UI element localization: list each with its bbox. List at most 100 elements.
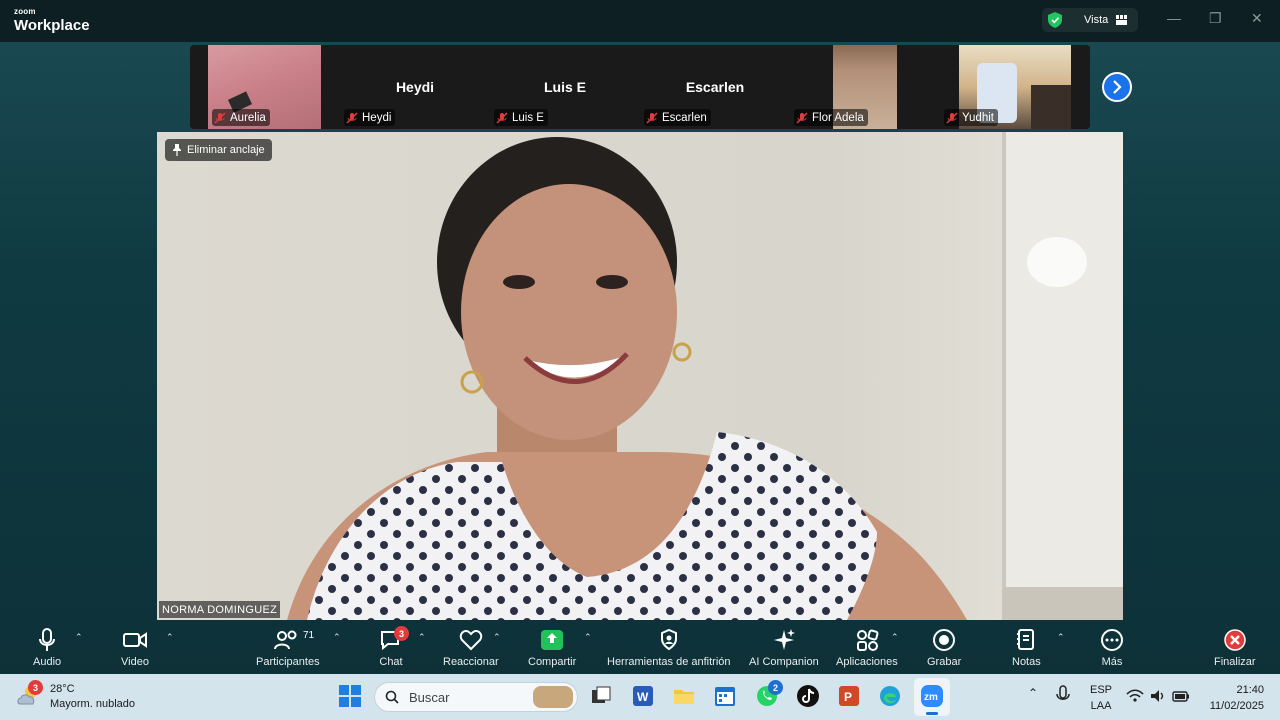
main-speaker-video[interactable]: Eliminar anclaje NORMA DOMINGUEZ <box>157 132 1123 620</box>
record-button[interactable]: Grabar <box>927 628 961 668</box>
zoom-window: zoom Workplace Vista — ❐ ✕ Aurelia Heydi… <box>0 0 1280 674</box>
participant-name: Escarlen <box>662 111 707 124</box>
apps-options-caret[interactable]: ⌃ <box>891 632 899 643</box>
task-view-icon[interactable] <box>589 684 613 708</box>
windows-taskbar: 3 28°C Mayorm. nublado Buscar W 2 P zm ⌃… <box>0 674 1280 720</box>
wifi-icon[interactable] <box>1126 684 1144 708</box>
participant-tile[interactable]: Heydi Heydi <box>340 45 490 129</box>
app-logo: zoom Workplace <box>14 7 90 34</box>
microphone-tray-icon[interactable] <box>1054 684 1074 708</box>
muted-mic-icon <box>496 111 508 124</box>
participant-tile[interactable]: Yudhit <box>940 45 1090 129</box>
notes-icon <box>1017 629 1035 650</box>
video-object <box>1031 85 1071 129</box>
meeting-toolbar: Audio ⌃ Video ⌃ Participantes 71 ⌃ Chat … <box>0 620 1280 674</box>
clock-date: 11/02/2025 <box>1209 700 1264 712</box>
heart-icon <box>459 629 483 651</box>
chevron-right-icon <box>1113 80 1122 94</box>
participants-label: Participantes <box>256 656 320 668</box>
end-meeting-button[interactable]: Finalizar <box>1214 628 1256 668</box>
participants-count: 71 <box>303 630 315 641</box>
more-label: Más <box>1101 656 1123 668</box>
participant-tag: Yudhit <box>944 109 998 126</box>
audio-options-caret[interactable]: ⌃ <box>75 632 83 643</box>
audio-label: Audio <box>33 656 62 668</box>
volume-icon[interactable] <box>1149 684 1167 708</box>
battery-icon[interactable] <box>1171 684 1191 708</box>
word-icon[interactable]: W <box>631 684 655 708</box>
svg-text:P: P <box>844 690 852 704</box>
language-code: ESP <box>1090 684 1113 696</box>
clock-time: 21:40 <box>1236 684 1264 696</box>
maximize-button[interactable]: ❐ <box>1209 10 1222 27</box>
end-label: Finalizar <box>1214 656 1256 668</box>
participant-tile[interactable]: Flor Adela <box>790 45 940 129</box>
grid-view-icon <box>1116 15 1128 25</box>
search-highlight-image <box>533 686 573 708</box>
participant-center-name: Luis E <box>543 79 586 95</box>
host-tools-label: Herramientas de anfitrión <box>607 656 731 668</box>
notes-button[interactable]: Notas <box>1012 628 1041 668</box>
participant-center-name: Escarlen <box>685 79 745 95</box>
video-camera-icon <box>122 632 147 648</box>
windows-start-icon[interactable] <box>338 684 362 708</box>
video-label: Video <box>121 656 149 668</box>
more-button[interactable]: Más <box>1100 628 1124 668</box>
weather-badge: 3 <box>28 680 43 695</box>
ai-companion-button[interactable]: AI Companion <box>749 628 819 668</box>
system-clock[interactable]: 21:40 11/02/2025 <box>1200 682 1264 714</box>
microphone-icon <box>39 628 56 651</box>
calendar-icon[interactable] <box>713 684 737 708</box>
notes-label: Notas <box>1012 656 1041 668</box>
chat-options-caret[interactable]: ⌃ <box>418 632 426 643</box>
file-explorer-icon[interactable] <box>672 684 696 708</box>
muted-mic-icon <box>214 111 226 124</box>
participant-name: Flor Adela <box>812 111 864 124</box>
speaker-name: NORMA DOMINGUEZ <box>159 601 281 618</box>
tiktok-icon[interactable] <box>796 684 820 708</box>
close-window-button[interactable]: ✕ <box>1251 10 1263 27</box>
react-options-caret[interactable]: ⌃ <box>493 632 501 643</box>
unpin-button[interactable]: Eliminar anclaje <box>165 139 272 161</box>
muted-mic-icon <box>796 111 808 124</box>
next-page-button[interactable] <box>1102 72 1132 102</box>
video-options-caret[interactable]: ⌃ <box>166 632 174 643</box>
edge-browser-icon[interactable] <box>878 684 902 708</box>
participant-tag: Heydi <box>344 109 396 126</box>
share-button[interactable]: Compartir <box>528 628 576 668</box>
notes-options-caret[interactable]: ⌃ <box>1057 632 1065 643</box>
participant-tile[interactable]: Escarlen Escarlen <box>640 45 790 129</box>
participant-tag: Flor Adela <box>794 109 868 126</box>
audio-button[interactable]: Audio <box>33 628 61 668</box>
minimize-button[interactable]: — <box>1167 10 1181 26</box>
powerpoint-icon[interactable]: P <box>837 684 861 708</box>
muted-mic-icon <box>946 111 958 124</box>
brand-small: zoom <box>14 7 36 16</box>
search-icon <box>385 690 399 704</box>
muted-mic-icon <box>346 111 358 124</box>
taskbar-search[interactable]: Buscar <box>374 682 578 712</box>
share-label: Compartir <box>528 656 577 668</box>
apps-button[interactable]: Aplicaciones <box>836 628 898 668</box>
pin-icon <box>173 144 181 156</box>
sparkle-icon <box>773 629 795 650</box>
language-indicator[interactable]: ESP LAA <box>1090 682 1112 714</box>
react-button[interactable]: Reaccionar <box>443 628 499 668</box>
speaker-video-frame <box>157 132 1123 620</box>
share-options-caret[interactable]: ⌃ <box>584 632 592 643</box>
weather-widget[interactable]: 3 28°C Mayorm. nublado <box>16 680 135 712</box>
participant-tile[interactable]: Aurelia <box>208 45 321 129</box>
active-indicator <box>926 712 938 715</box>
tray-expand-caret[interactable]: ⌃ <box>1028 686 1038 700</box>
ai-companion-label: AI Companion <box>749 656 819 668</box>
muted-mic-icon <box>646 111 658 124</box>
video-button[interactable]: Video <box>121 628 149 668</box>
host-tools-button[interactable]: Herramientas de anfitrión <box>607 628 731 668</box>
participant-tile[interactable]: Luis E Luis E <box>490 45 640 129</box>
apps-label: Aplicaciones <box>836 656 898 668</box>
view-button[interactable]: Vista <box>1042 8 1138 32</box>
zoom-taskbar-button[interactable]: zm <box>914 678 950 716</box>
participant-tag: Escarlen <box>644 109 711 126</box>
chat-label: Chat <box>379 656 403 668</box>
participants-options-caret[interactable]: ⌃ <box>333 632 341 643</box>
